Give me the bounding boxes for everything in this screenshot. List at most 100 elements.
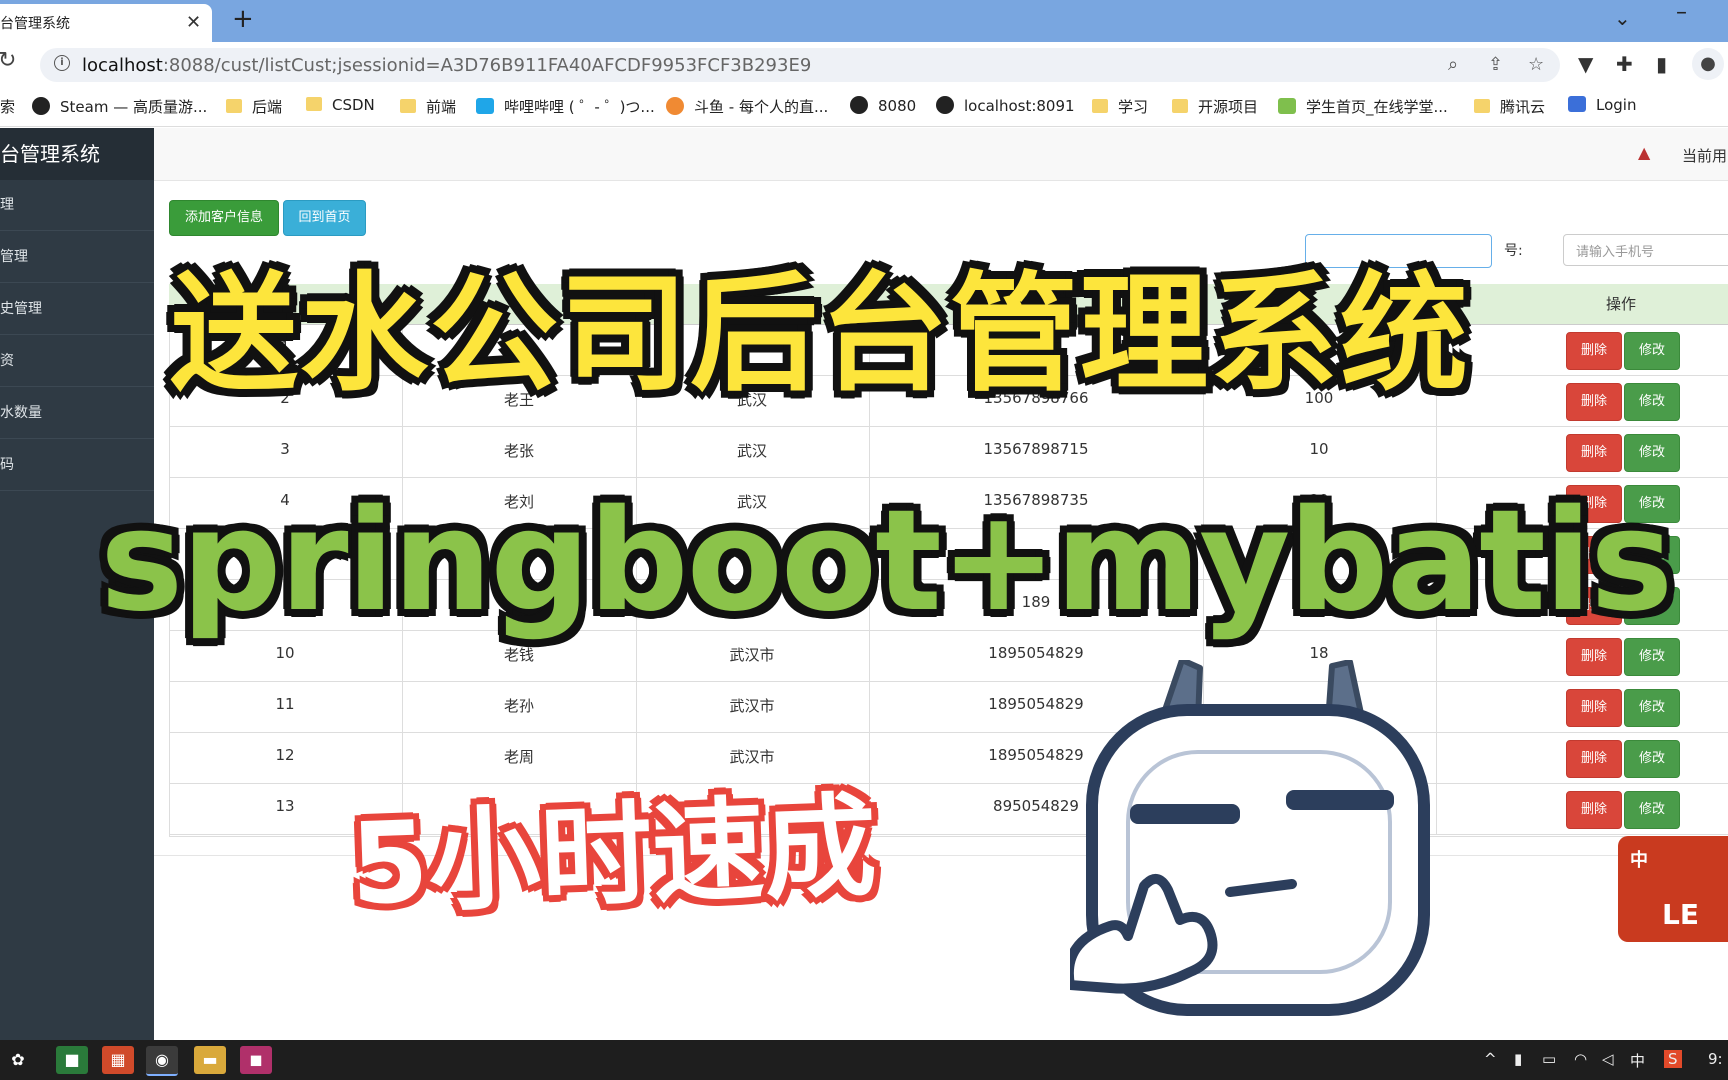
bookmark-douyu[interactable]: 斗鱼 - 每个人的直... <box>666 96 828 117</box>
chrome-icon[interactable]: ◉ <box>146 1046 178 1076</box>
puzzle-icon[interactable]: ✚ <box>1616 52 1633 76</box>
volume-icon[interactable]: ◁ <box>1602 1050 1614 1068</box>
bookmark-folder[interactable]: CSDN <box>306 96 375 114</box>
overlay-title: 送水公司后台管理系统 <box>170 260 1471 409</box>
folder-icon <box>1172 99 1188 113</box>
table-row <box>169 426 1728 478</box>
chevron-down-icon[interactable]: ⌄ <box>1614 6 1631 30</box>
minimize-icon[interactable]: – <box>1676 0 1687 25</box>
app-icon[interactable]: ■ <box>56 1046 88 1074</box>
sidepanel-icon[interactable]: ▮ <box>1656 52 1667 76</box>
browser-tab[interactable]: 台管理系统 ✕ <box>0 4 212 42</box>
bookmark-folder[interactable]: 学习 <box>1092 96 1148 117</box>
tv-mascot-icon <box>1070 660 1430 1016</box>
douyu-icon <box>666 97 684 115</box>
table-cell-name: 老孙 <box>503 697 535 715</box>
folder-icon <box>1092 99 1108 113</box>
folder-icon <box>306 97 322 111</box>
delete-button[interactable]: 删除 <box>1566 434 1622 472</box>
globe-icon <box>936 96 954 114</box>
sidebar-item[interactable]: 资 <box>0 336 154 387</box>
wifi-icon[interactable]: ◠ <box>1574 1050 1587 1068</box>
battery-icon[interactable]: ▭ <box>1542 1050 1556 1068</box>
url-text[interactable]: localhost:8088/cust/listCust;jsessionid=… <box>82 55 811 76</box>
sidebar-item[interactable]: 水数量 <box>0 388 154 439</box>
bell-icon[interactable]: ▲ <box>1638 143 1650 162</box>
ide-icon[interactable]: ◼ <box>240 1046 272 1074</box>
phone-input[interactable]: 请输入手机号 <box>1563 234 1728 266</box>
new-tab-button[interactable]: + <box>232 4 254 34</box>
share-icon[interactable]: ⇪ <box>1488 54 1503 75</box>
edit-button[interactable]: 修改 <box>1624 740 1680 778</box>
bilibili-icon <box>476 98 494 114</box>
bookmark-folder[interactable]: 腾讯云 <box>1474 96 1545 117</box>
sidebar-item[interactable]: 史管理 <box>0 284 154 335</box>
table-cell-id: 11 <box>275 695 295 713</box>
delete-button[interactable]: 删除 <box>1566 689 1622 727</box>
corner-badge: 中 LE <box>1618 836 1728 942</box>
table-cell-qty: 10 <box>1309 440 1329 458</box>
bookmark-steam[interactable]: Steam — 高质量游... <box>32 96 207 117</box>
edit-button[interactable]: 修改 <box>1624 383 1680 421</box>
top-navbar <box>154 128 1728 181</box>
bookmark-item[interactable]: 索 <box>0 96 15 117</box>
edit-button[interactable]: 修改 <box>1624 791 1680 829</box>
folder-icon <box>226 99 242 113</box>
delete-button[interactable]: 删除 <box>1566 383 1622 421</box>
bookmark-item[interactable]: localhost:8091 <box>936 96 1075 115</box>
close-icon[interactable]: ✕ <box>186 12 201 33</box>
sidebar-item[interactable]: 管理 <box>0 232 154 283</box>
bookmark-folder[interactable]: 开源项目 <box>1172 96 1258 117</box>
folder-icon <box>400 99 416 113</box>
sidebar-title: 台管理系统 <box>0 128 154 180</box>
steam-icon <box>32 97 50 115</box>
mic-icon[interactable]: ▮ <box>1514 1050 1522 1068</box>
site-icon <box>1278 98 1296 114</box>
delete-button[interactable]: 删除 <box>1566 638 1622 676</box>
reload-icon[interactable]: ↻ <box>0 48 16 73</box>
delete-button[interactable]: 删除 <box>1566 740 1622 778</box>
star-icon[interactable]: ☆ <box>1528 54 1544 75</box>
overlay-tech: springboot+mybatis <box>100 480 1673 643</box>
table-cell-id: 10 <box>275 644 295 662</box>
table-row <box>169 681 1728 733</box>
folder-icon <box>1474 99 1490 113</box>
edit-button[interactable]: 修改 <box>1624 434 1680 472</box>
table-cell-phone: 13567898715 <box>983 440 1089 458</box>
bookmark-bilibili[interactable]: 哔哩哔哩 ( ゜- ゜)つ... <box>476 96 655 117</box>
info-icon[interactable]: i <box>54 55 70 71</box>
table-cell-phone: 895054829 <box>993 797 1079 815</box>
bookmark-login[interactable]: Login <box>1568 96 1636 114</box>
overlay-speed: 5小时速成 <box>348 781 879 931</box>
table-cell-addr: 武汉市 <box>729 646 775 664</box>
bookmark-folder[interactable]: 后端 <box>226 96 282 117</box>
edit-button[interactable]: 修改 <box>1624 638 1680 676</box>
current-user[interactable]: 当前用 <box>1682 145 1727 166</box>
sidebar-item[interactable]: 理 <box>0 180 154 231</box>
profile-icon[interactable]: ● <box>1692 48 1724 80</box>
extension-v-icon[interactable]: ▼ <box>1578 52 1593 76</box>
delete-button[interactable]: 删除 <box>1566 332 1622 370</box>
tab-title: 台管理系统 <box>0 16 70 32</box>
bookmark-item[interactable]: 学生首页_在线学堂... <box>1278 96 1448 117</box>
app-icon[interactable]: ✿ <box>2 1046 34 1074</box>
phone-label: 号: <box>1504 243 1523 259</box>
folder-icon[interactable]: ▬ <box>194 1046 226 1074</box>
table-cell-addr: 武汉 <box>736 442 768 460</box>
table-cell-id: 3 <box>280 440 290 458</box>
edit-button[interactable]: 修改 <box>1624 332 1680 370</box>
clock[interactable]: 9: <box>1708 1050 1723 1068</box>
sogou-icon[interactable]: S <box>1664 1050 1682 1068</box>
table-cell-id: 13 <box>275 797 295 815</box>
bookmark-item[interactable]: 8080 <box>850 96 916 115</box>
login-icon <box>1568 96 1586 112</box>
zoom-icon[interactable]: ⌕ <box>1448 54 1458 75</box>
ime-indicator[interactable]: 中 <box>1630 1050 1645 1071</box>
column-header: 操作 <box>1606 295 1637 313</box>
edit-button[interactable]: 修改 <box>1624 689 1680 727</box>
delete-button[interactable]: 删除 <box>1566 791 1622 829</box>
chevron-up-icon[interactable]: ^ <box>1484 1050 1497 1068</box>
bookmark-folder[interactable]: 前端 <box>400 96 456 117</box>
app-icon[interactable]: ▦ <box>102 1046 134 1074</box>
table-cell-name: 老张 <box>503 442 535 460</box>
